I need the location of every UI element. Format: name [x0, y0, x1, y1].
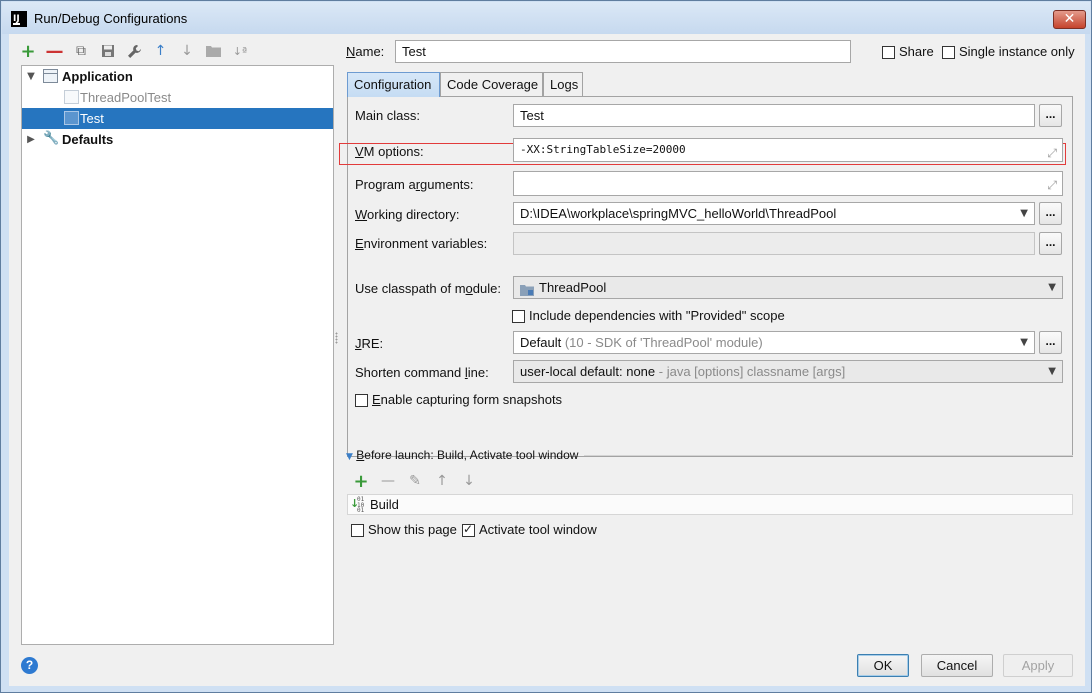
- remove-task-icon[interactable]: —: [379, 472, 397, 490]
- apply-button[interactable]: Apply: [1003, 654, 1073, 677]
- capture-form-snapshots-checkbox[interactable]: [355, 394, 368, 407]
- single-instance-checkbox[interactable]: [942, 46, 955, 59]
- shorten-command-line-detail: - java [options] classname [args]: [655, 364, 846, 379]
- save-configuration-icon[interactable]: [99, 42, 117, 60]
- run-config-icon: [64, 90, 79, 104]
- chevron-down-icon[interactable]: ▼: [1048, 361, 1056, 382]
- edit-defaults-wrench-icon[interactable]: [125, 42, 143, 60]
- activate-tool-window-label: Activate tool window: [479, 522, 597, 537]
- classpath-module-value: ThreadPool: [539, 280, 607, 295]
- configurations-toolbar: + — ⧉ ↑ ↓ ↓ª: [19, 40, 258, 62]
- run-debug-dialog: IJ Run/Debug Configurations ✕ + — ⧉ ↑ ↓ …: [0, 0, 1092, 693]
- jre-label: JRE:: [355, 336, 384, 351]
- environment-variables-input[interactable]: [513, 232, 1035, 255]
- working-directory-browse-button[interactable]: ...: [1039, 202, 1062, 225]
- name-input[interactable]: Test: [395, 40, 851, 63]
- move-task-up-icon[interactable]: ↑: [433, 472, 451, 490]
- activate-tool-window-checkbox[interactable]: [462, 522, 475, 537]
- expand-icon[interactable]: ⤢: [1047, 175, 1057, 195]
- module-folder-icon: [520, 281, 534, 298]
- main-class-label: Main class:: [355, 108, 421, 123]
- edit-task-pencil-icon[interactable]: ✎: [406, 472, 424, 490]
- shorten-command-line-combo[interactable]: user-local default: none - java [options…: [513, 360, 1063, 383]
- vm-options-label: VM options:: [355, 144, 424, 159]
- tree-item-test[interactable]: Test: [22, 108, 333, 129]
- before-launch-task-list[interactable]: ↓ 01 10 01 Build: [347, 494, 1073, 515]
- ok-button[interactable]: OK: [857, 654, 909, 677]
- application-config-icon: [43, 69, 58, 83]
- intellij-app-icon: IJ: [11, 11, 27, 27]
- tab-code-coverage[interactable]: Code Coverage: [440, 72, 543, 96]
- chevron-down-icon[interactable]: ▼: [1048, 277, 1056, 298]
- folder-icon[interactable]: [205, 42, 223, 60]
- vm-options-input[interactable]: -XX:StringTableSize=20000 ⤢: [513, 138, 1063, 162]
- tab-logs[interactable]: Logs: [543, 72, 583, 96]
- chevron-down-icon[interactable]: ▼: [1020, 332, 1028, 353]
- tab-configuration[interactable]: Configuration: [347, 72, 440, 97]
- working-directory-value: D:\IDEA\workplace\springMVC_helloWorld\T…: [520, 206, 837, 221]
- move-down-arrow-icon[interactable]: ↓: [178, 42, 196, 60]
- working-directory-combo[interactable]: D:\IDEA\workplace\springMVC_helloWorld\T…: [513, 202, 1035, 225]
- window-title: Run/Debug Configurations: [34, 11, 188, 26]
- chevron-down-icon[interactable]: ▼: [25, 66, 37, 87]
- tree-node-defaults[interactable]: ▶ 🔧 Defaults: [22, 129, 333, 150]
- classpath-module-combo[interactable]: ThreadPool ▼: [513, 276, 1063, 299]
- dialog-content: + — ⧉ ↑ ↓ ↓ª ▼ Application ThreadPoolTes…: [9, 34, 1085, 686]
- share-label: Share: [899, 44, 934, 59]
- tree-node-application[interactable]: ▼ Application: [22, 66, 333, 87]
- title-bar[interactable]: IJ Run/Debug Configurations ✕: [2, 2, 1090, 34]
- include-provided-deps-checkbox[interactable]: [512, 310, 525, 323]
- run-config-icon: [64, 111, 79, 125]
- program-arguments-input[interactable]: ⤢: [513, 171, 1063, 196]
- name-label: Name:: [346, 44, 385, 59]
- chevron-right-icon[interactable]: ▶: [25, 129, 37, 150]
- tree-item-threadpooltest[interactable]: ThreadPoolTest: [22, 87, 333, 108]
- add-task-icon[interactable]: +: [352, 471, 370, 492]
- move-up-arrow-icon[interactable]: ↑: [152, 42, 170, 60]
- jre-combo[interactable]: Default (10 - SDK of 'ThreadPool' module…: [513, 331, 1035, 354]
- include-provided-deps-label: Include dependencies with "Provided" sco…: [529, 308, 785, 323]
- working-directory-label: Working directory:: [355, 207, 460, 222]
- share-checkbox[interactable]: [882, 46, 895, 59]
- program-arguments-label: Program arguments:: [355, 177, 474, 192]
- help-button[interactable]: ?: [21, 657, 38, 674]
- show-this-page-checkbox[interactable]: [351, 524, 364, 537]
- section-divider: [584, 455, 1073, 456]
- before-launch-header[interactable]: ▼ Before launch: Build, Activate tool wi…: [346, 448, 578, 462]
- expand-icon[interactable]: ⤢: [1047, 142, 1057, 161]
- remove-configuration-icon[interactable]: —: [46, 41, 64, 62]
- tree-node-label: Defaults: [62, 132, 114, 147]
- single-instance-label: Single instance only: [959, 44, 1075, 59]
- sort-alphabetically-icon[interactable]: ↓ª: [231, 42, 249, 60]
- shorten-command-line-label: Shorten command line:: [355, 365, 489, 380]
- main-class-input[interactable]: Test: [513, 104, 1035, 127]
- copy-configuration-icon[interactable]: ⧉: [72, 42, 90, 60]
- tree-item-label: ThreadPoolTest: [80, 90, 172, 105]
- close-window-button[interactable]: ✕: [1053, 10, 1086, 29]
- tree-node-label: Application: [62, 69, 133, 84]
- splitter-handle[interactable]: [335, 332, 338, 344]
- configurations-tree[interactable]: ▼ Application ThreadPoolTest Test ▶ 🔧 De…: [21, 65, 334, 645]
- main-class-browse-button[interactable]: ...: [1039, 104, 1062, 127]
- jre-browse-button[interactable]: ...: [1039, 331, 1062, 354]
- cancel-button[interactable]: Cancel: [921, 654, 993, 677]
- jre-detail: (10 - SDK of 'ThreadPool' module): [564, 335, 763, 350]
- task-build-label[interactable]: Build: [370, 497, 399, 512]
- classpath-module-label: Use classpath of module:: [355, 281, 501, 296]
- jre-value: Default: [520, 335, 562, 350]
- environment-variables-browse-button[interactable]: ...: [1039, 232, 1062, 255]
- move-task-down-icon[interactable]: ↓: [460, 472, 478, 490]
- shorten-command-line-value: user-local default: none: [520, 364, 656, 379]
- show-this-page-label: Show this page: [368, 522, 457, 537]
- chevron-down-icon[interactable]: ▼: [1020, 203, 1028, 224]
- defaults-wrench-icon: 🔧: [43, 131, 60, 146]
- capture-form-snapshots-label: Enable capturing form snapshots: [372, 392, 563, 407]
- environment-variables-label: Environment variables:: [355, 236, 488, 251]
- tree-item-label: Test: [80, 111, 104, 126]
- vm-options-value: -XX:StringTableSize=20000: [520, 143, 686, 156]
- before-launch-toolbar: + — ✎ ↑ ↓: [352, 471, 487, 492]
- add-configuration-icon[interactable]: +: [19, 41, 37, 62]
- build-binary-icon: ↓ 01 10 01: [350, 496, 365, 514]
- collapse-triangle-icon[interactable]: ▼: [346, 452, 353, 462]
